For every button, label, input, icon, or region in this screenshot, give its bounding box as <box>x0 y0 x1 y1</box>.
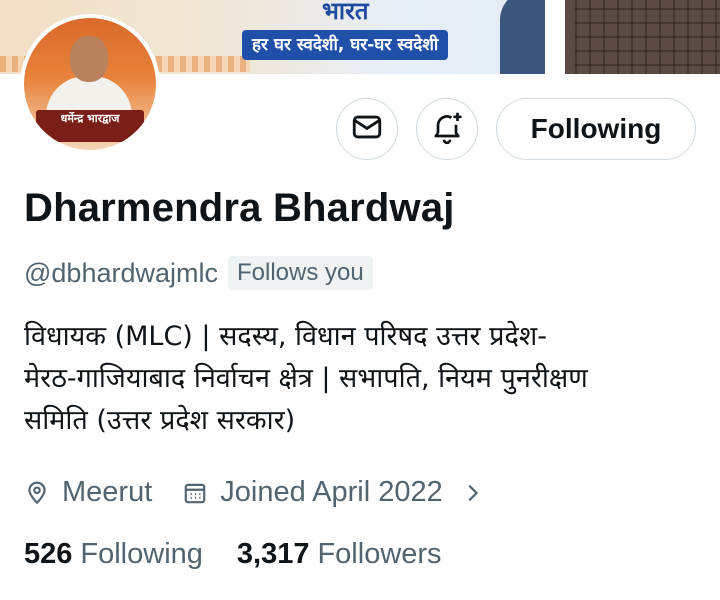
location-pin-icon <box>24 480 50 506</box>
notifications-button[interactable] <box>416 98 478 160</box>
banner-slogan: हर घर स्वदेशी, घर-घर स्वदेशी <box>242 30 449 60</box>
joined-text: Joined April 2022 <box>220 476 443 508</box>
following-button[interactable]: Following <box>496 98 696 160</box>
user-handle: @dbhardwajmlc <box>24 257 218 288</box>
banner-person-image <box>500 0 720 74</box>
display-name: Dharmendra Bhardwaj <box>24 186 455 230</box>
following-count: 526 <box>24 538 73 570</box>
calendar-icon <box>182 480 208 506</box>
avatar-name-tag: धर्मेन्द्र भारद्वाज <box>36 110 144 142</box>
follow-stats: 526 Following 3,317 Followers <box>24 538 442 571</box>
banner-title: भारत <box>322 0 369 25</box>
avatar[interactable]: धर्मेन्द्र भारद्वाज <box>20 14 160 154</box>
followers-label: Followers <box>317 538 442 570</box>
followers-stat[interactable]: 3,317 Followers <box>237 538 442 571</box>
bell-plus-icon <box>429 109 465 150</box>
chevron-right-icon[interactable] <box>461 482 483 504</box>
handle-row: @dbhardwajmlc Follows you <box>24 256 373 290</box>
follows-you-badge: Follows you <box>227 256 373 290</box>
following-label: Following <box>80 538 203 570</box>
location: Meerut <box>24 476 152 509</box>
message-button[interactable] <box>336 98 398 160</box>
following-stat[interactable]: 526 Following <box>24 538 203 571</box>
profile-meta: Meerut Joined April 2022 <box>24 476 483 509</box>
bio: विधायक (MLC) | सदस्य, विधान परिषद उत्तर … <box>24 316 684 442</box>
bio-line: मेरठ-गाजियाबाद निर्वाचन क्षेत्र | सभापति… <box>24 363 588 394</box>
bio-line: विधायक (MLC) | सदस्य, विधान परिषद उत्तर … <box>24 321 547 352</box>
bio-line: समिति (उत्तर प्रदेश सरकार) <box>24 405 296 436</box>
mail-icon <box>350 110 384 149</box>
join-date[interactable]: Joined April 2022 <box>182 476 483 509</box>
location-text: Meerut <box>62 476 153 508</box>
followers-count: 3,317 <box>236 538 310 570</box>
